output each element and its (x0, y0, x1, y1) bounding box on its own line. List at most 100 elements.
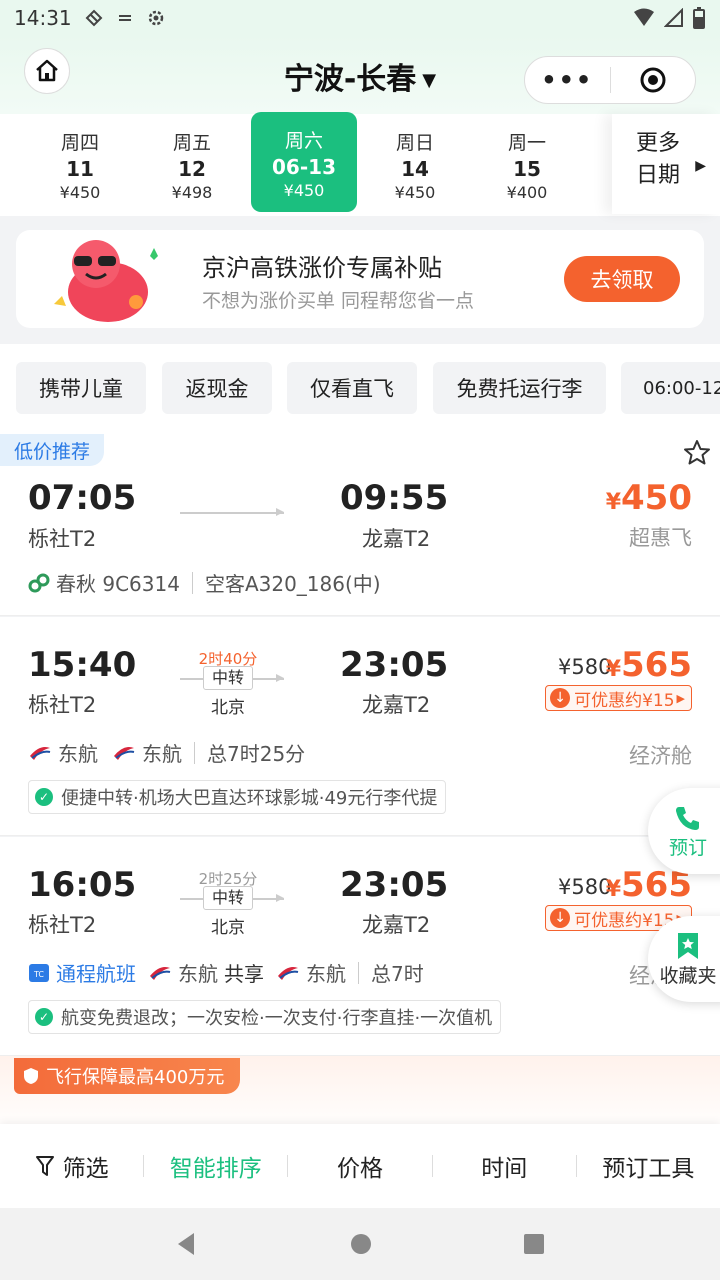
chevron-right-icon: ▶ (695, 158, 706, 174)
claim-button[interactable]: 去领取 (564, 256, 680, 302)
filter-chip-time[interactable]: 06:00-12:00 (621, 362, 720, 414)
airline-row: 东航 东航 总7时25分 (28, 738, 305, 767)
date-weekday: 周六 (284, 130, 323, 152)
bottom-toolbar: 筛选 智能排序 价格 时间 预订工具 (0, 1124, 720, 1208)
date-item[interactable]: 周日 14 ¥450 (362, 114, 468, 214)
recents-icon[interactable] (522, 1232, 546, 1256)
date-price: ¥450 (283, 181, 325, 200)
transfer-city: 北京 (211, 698, 245, 718)
more-dates-button[interactable]: 更多 日期 ▶ (612, 114, 720, 214)
spring-airlines-icon (28, 573, 50, 592)
discount-arrow-icon: ↓ (550, 688, 571, 708)
price-sort-button[interactable]: 价格 (288, 1149, 431, 1183)
date-weekday: 周五 (172, 132, 211, 154)
departure-airport: 栎社T2 (28, 913, 97, 937)
flight-card[interactable]: 16:05 栎社T2 2时25分 中转 北京 23:05 龙嘉T2 ¥580 ¥… (0, 837, 720, 1056)
date-item[interactable]: 周一 15 ¥400 (474, 114, 580, 214)
discount-badge[interactable]: ↓可优惠约¥15▶ (545, 685, 692, 711)
departure-airport: 栎社T2 (28, 527, 97, 551)
transfer-badge: 中转 (203, 666, 253, 690)
date-day: 06-13 (272, 155, 336, 179)
more-dates-line1: 更多 (636, 131, 681, 156)
feature-box: ✓ 便捷中转·机场大巴直达环球影城·49元行李代提 (28, 780, 447, 814)
wifi-icon (634, 8, 654, 26)
home-circle-icon[interactable] (349, 1232, 373, 1256)
back-icon[interactable] (174, 1231, 200, 1257)
total-time: 总7时 (371, 962, 424, 986)
date-day: 11 (66, 157, 94, 181)
date-price: ¥498 (171, 183, 213, 202)
smart-sort-button[interactable]: 智能排序 (144, 1149, 287, 1183)
promo-subtitle: 不想为涨价买单 同程帮您省一点 (202, 290, 475, 312)
original-price: ¥580 (558, 655, 612, 679)
feature-text: 航变免费退改；一次安检·一次支付·行李直挂·一次值机 (61, 1008, 493, 1029)
original-price: ¥580 (558, 875, 612, 899)
china-eastern-icon (114, 746, 135, 760)
total-time: 总7时25分 (207, 742, 306, 766)
arrival-time: 23:05 (340, 865, 449, 905)
miniapp-capsule: ••• (524, 56, 696, 104)
china-eastern-icon (278, 966, 299, 980)
arrival-airport: 龙嘉T2 (362, 523, 430, 553)
feature-box: ✓ 航变免费退改；一次安检·一次支付·行李直挂·一次值机 (28, 1000, 502, 1034)
row-divider (191, 571, 193, 594)
filter-chip-cashback[interactable]: 返现金 (162, 362, 272, 414)
guarantee-tag: 飞行保障最高400万元 (14, 1058, 241, 1094)
filter-label: 筛选 (62, 1156, 109, 1182)
price-value: 450 (621, 478, 692, 518)
filter-chip-children[interactable]: 携带儿童 (16, 362, 146, 414)
more-dates-line2: 日期 (636, 163, 681, 188)
filter-button[interactable]: 筛选 (0, 1149, 143, 1183)
date-item-selected[interactable]: 周六 06-13 ¥450 (251, 112, 357, 212)
date-day: 15 (513, 157, 541, 181)
price-label: 超惠飞 (629, 526, 692, 550)
departure-time: 16:05 (28, 865, 137, 905)
recommend-tag: 低价推荐 (0, 434, 105, 466)
promo-banner[interactable]: 京沪高铁涨价专属补贴 不想为涨价买单 同程帮您省一点 去领取 (16, 230, 704, 328)
flight-price: ¥565 (605, 645, 692, 685)
discount-arrow-icon: ↓ (550, 908, 571, 928)
filter-chip-baggage[interactable]: 免费托运行李 (433, 362, 606, 414)
smart-sort-label: 智能排序 (169, 1156, 262, 1182)
star-icon[interactable] (682, 438, 712, 468)
arrival-time: 09:55 (340, 478, 449, 518)
date-price: ¥450 (394, 183, 436, 202)
arrival-airport: 龙嘉T2 (362, 693, 431, 717)
airline-row: TC 通程航班 东航 共享 东航 总7时 (28, 958, 424, 987)
time-sort-button[interactable]: 时间 (433, 1149, 576, 1183)
target-icon (640, 67, 666, 93)
booking-tools-label: 预订工具 (602, 1156, 695, 1182)
date-weekday: 周一 (507, 132, 546, 154)
date-item[interactable]: 周五 12 ¥498 (139, 114, 245, 214)
header: 宁波-长春 ▼ ••• (0, 36, 720, 114)
filter-chip-direct[interactable]: 仅看直飞 (287, 362, 417, 414)
status-time: 14:31 (14, 6, 72, 30)
date-item[interactable]: 周四 11 ¥450 (27, 114, 133, 214)
shield-icon (24, 1068, 38, 1084)
row-divider (194, 741, 195, 764)
flight-card[interactable]: 15:40 栎社T2 2时40分 中转 北京 23:05 龙嘉T2 ¥580 ¥… (0, 617, 720, 836)
more-menu-icon[interactable]: ••• (525, 66, 610, 94)
transfer-badge: 中转 (203, 886, 253, 910)
check-icon: ✓ (35, 1008, 53, 1026)
phone-icon (676, 806, 699, 830)
cabin-class: 经济舱 (629, 744, 692, 768)
airline-flight: 春秋 9C6314 (56, 572, 180, 596)
discount-text: 可优惠约¥15 (574, 910, 675, 931)
airline-name: 东航 (58, 742, 98, 766)
row-divider (358, 961, 359, 984)
close-miniapp-button[interactable] (611, 66, 696, 94)
booking-tools-button[interactable]: 预订工具 (577, 1149, 720, 1183)
china-eastern-icon (30, 746, 51, 760)
date-weekday: 周日 (395, 132, 434, 154)
codeshare-label: 共享 (224, 962, 264, 986)
battery-icon (693, 7, 705, 29)
arrival-airport-text: 龙嘉T2 (362, 527, 431, 551)
promo-title: 京沪高铁涨价专属补贴 (202, 254, 442, 282)
flight-line (180, 508, 284, 516)
flight-card[interactable]: 低价推荐 07:05 栎社T2 09:55 龙嘉T2 ¥450 超惠飞 春秋 9… (0, 434, 720, 616)
check-icon: ✓ (35, 788, 53, 806)
airline-name: 东航 (306, 962, 346, 986)
price-sort-label: 价格 (337, 1156, 383, 1182)
system-nav-bar (0, 1208, 720, 1280)
